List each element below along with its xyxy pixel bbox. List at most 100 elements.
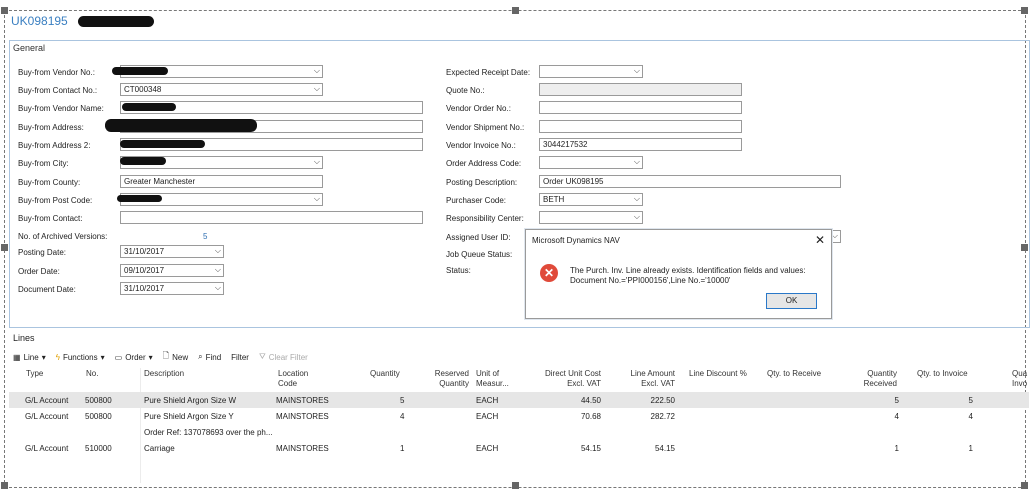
table-row[interactable]: Order Ref: 137078693 over the ph... [9,424,1029,440]
chevron-down-icon[interactable]: ⌵ [634,67,640,75]
caret-down-icon: ▾ [41,352,46,362]
col-type[interactable]: Type [26,369,43,379]
cell-type: G/L Account [25,412,69,421]
document-date-field[interactable]: 31/10/2017 ⌵ [120,282,224,295]
cell-no: 500800 [85,412,112,421]
col-qty-received[interactable]: Quantity Received [855,369,897,389]
chevron-down-icon[interactable]: ⌵ [314,67,320,75]
chevron-down-icon[interactable]: ⌵ [634,213,640,221]
col-location[interactable]: Location Code [278,369,308,389]
job-queue-label: Job Queue Status: [446,250,513,259]
cell-location: MAINSTORES [276,396,329,405]
chevron-down-icon[interactable]: ⌵ [215,247,221,255]
order-date-field[interactable]: 09/10/2017 ⌵ [120,264,224,277]
vendor-no-label: Buy-from Vendor No.: [18,68,95,77]
vendor-invoice-field[interactable]: 3044217532 [539,138,742,151]
line-menu-button[interactable]: ▦ Line ▾ [13,353,46,362]
resize-handle-tm[interactable] [512,7,519,14]
address-label: Buy-from Address: [18,123,84,132]
col-direct-line2: Excl. VAT [567,379,601,388]
county-label: Buy-from County: [18,178,81,187]
county-field[interactable]: Greater Manchester [120,175,323,188]
cell-line-amount: 54.15 [654,444,675,453]
dialog-message-line2: Document No.='PPI000156',Line No.='10000… [570,276,731,285]
order-address-field[interactable]: ⌵ [539,156,643,169]
col-unit[interactable]: Unit of Measur... [476,369,509,389]
responsibility-center-field[interactable]: ⌵ [539,211,643,224]
functions-menu-button[interactable]: ϟ Functions ▾ [56,353,105,362]
table-row[interactable]: G/L Account 500800 Pure Shield Argon Siz… [9,408,1029,424]
col-location-line2: Code [278,379,298,388]
chevron-down-icon[interactable]: ⌵ [314,85,320,93]
col-description[interactable]: Description [144,369,184,379]
cell-description: Pure Shield Argon Size W [144,396,237,405]
chevron-down-icon[interactable]: ⌵ [215,284,221,292]
col-line-amount[interactable]: Line Amount Excl. VAT [615,369,675,389]
cell-description: Carriage [144,444,175,453]
expected-receipt-field[interactable]: ⌵ [539,65,643,78]
col-direct-cost[interactable]: Direct Unit Cost Excl. VAT [529,369,601,389]
close-icon[interactable]: ✕ [815,233,825,247]
col-quantity[interactable]: Quantity [370,369,400,379]
chevron-down-icon[interactable]: ⌵ [832,232,838,240]
table-row[interactable]: G/L Account 510000 Carriage MAINSTORES 1… [9,440,1029,456]
contact-label: Buy-from Contact: [18,214,83,223]
order-menu-button[interactable]: ▭ Order ▾ [115,353,153,362]
cell-qty-to-invoice: 1 [968,444,973,453]
col-line-discount[interactable]: Line Discount % [689,369,747,379]
col-reserved[interactable]: Reserved Quantity [431,369,469,389]
posting-description-field[interactable]: Order UK098195 [539,175,841,188]
document-date-value: 31/10/2017 [124,284,165,293]
clear-filter-button[interactable]: ⛛ Clear Filter [259,352,308,362]
redaction-mark [120,157,166,165]
contact-no-field[interactable]: CT000348 ⌵ [120,83,323,96]
post-code-label: Buy-from Post Code: [18,196,93,205]
chevron-down-icon[interactable]: ⌵ [634,195,640,203]
posting-date-field[interactable]: 31/10/2017 ⌵ [120,245,224,258]
resize-handle-ml[interactable] [1,244,8,251]
cell-unit: EACH [476,396,499,405]
posting-date-value: 31/10/2017 [124,247,165,256]
chevron-down-icon[interactable]: ⌵ [215,266,221,274]
cell-line-amount: 282.72 [650,412,675,421]
filter-button[interactable]: Filter [231,353,249,362]
posting-description-label: Posting Description: [446,178,518,187]
redaction-mark [122,103,176,111]
archived-versions-value[interactable]: 5 [203,232,207,241]
col-no[interactable]: No. [86,369,98,379]
col-qty-to-receive[interactable]: Qty. to Receive [767,369,821,379]
resize-handle-bm[interactable] [512,482,519,489]
cell-qty-to-invoice: 4 [968,412,973,421]
new-button[interactable]: 🗋 New [163,350,188,364]
chevron-down-icon[interactable]: ⌵ [634,158,640,166]
vendor-shipment-field[interactable] [539,120,742,133]
col-qua-cut[interactable]: Qua Invo [1012,369,1027,389]
order-date-value: 09/10/2017 [124,266,165,275]
cell-type: G/L Account [25,444,69,453]
contact-field[interactable] [120,211,423,224]
resize-handle-tr[interactable] [1021,7,1028,14]
cell-location: MAINSTORES [276,444,329,453]
col-reserved-line1: Reserved [434,369,469,378]
cell-direct-cost: 70.68 [580,412,601,421]
table-row[interactable]: G/L Account 500800 Pure Shield Argon Siz… [9,392,1029,408]
status-label: Status: [446,266,471,275]
lines-section-title[interactable]: Lines [13,333,35,343]
col-qty-to-invoice[interactable]: Qty. to Invoice [917,369,968,379]
purchaser-code-field[interactable]: BETH ⌵ [539,193,643,206]
col-qua-line2: Invo [1012,379,1028,388]
chevron-down-icon[interactable]: ⌵ [314,195,320,203]
caret-down-icon: ▾ [100,352,105,362]
resize-handle-br[interactable] [1021,482,1028,489]
resize-handle-bl[interactable] [1,482,8,489]
chevron-down-icon[interactable]: ⌵ [314,158,320,166]
find-button[interactable]: ⌕ Find [198,352,221,362]
col-amount-line2: Excl. VAT [641,379,675,388]
vendor-order-field[interactable] [539,101,742,114]
ok-button[interactable]: OK [766,293,817,309]
col-received-line2: Received [863,379,897,388]
general-section-title[interactable]: General [13,43,45,53]
resize-handle-tl[interactable] [1,7,8,14]
error-dialog: Microsoft Dynamics NAV ✕ ✕ The Purch. In… [525,229,832,319]
functions-menu-label: Functions [62,352,98,362]
